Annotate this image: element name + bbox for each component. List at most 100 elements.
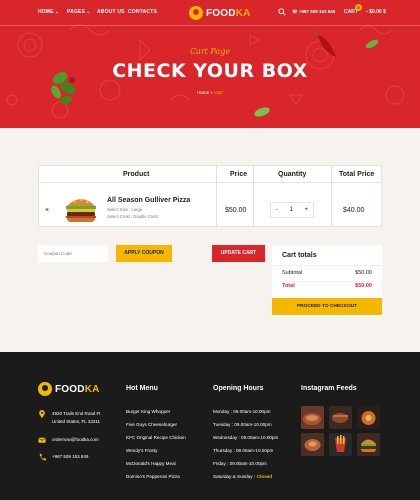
cart-count-badge: 0	[355, 4, 362, 11]
total-row: Total $50.00	[282, 283, 372, 289]
quantity-increase-button[interactable]: +	[304, 207, 308, 213]
nav-item-contacts[interactable]: CONTACTS	[128, 9, 157, 15]
site-logo[interactable]: FOODKA	[189, 5, 251, 21]
update-cart-button[interactable]: UPDATE CART	[212, 245, 265, 262]
hours-day: Monday	[213, 409, 230, 414]
top-navigation: HOME⌄ PAGES⌄ ABOUT US CONTACTS FOODKA ☏ …	[0, 0, 420, 26]
nav-item-pages[interactable]: PAGES⌄	[67, 9, 91, 15]
instagram-photo[interactable]	[329, 433, 352, 456]
header-product: Product	[123, 171, 150, 178]
footer-address: 4920 Trails End Road Ft United States, F…	[38, 410, 101, 425]
hours-time: : 09.00am-10.00pm	[231, 422, 272, 427]
product-image	[66, 199, 96, 222]
nav-item-label: HOME	[38, 9, 54, 15]
address-text: 4920 Trails End Road Ft United States, F…	[52, 410, 101, 425]
phone-icon	[39, 453, 46, 461]
nav-item-home[interactable]: HOME⌄	[38, 9, 59, 15]
hours-row: Tuesday : 09.00am-10.00pm	[213, 422, 272, 427]
address-line: 4920 Trails End Road Ft	[52, 411, 101, 416]
hot-menu-item[interactable]: KFC Original Recipe Chicken	[126, 435, 186, 440]
quantity-decrease-button[interactable]: -	[276, 207, 278, 213]
instagram-photo[interactable]	[357, 433, 380, 456]
table-row: × All Season Gulliver Pizza Select Size …	[38, 183, 382, 227]
nav-phone-number[interactable]: ☏ +987 509 153 849	[292, 9, 335, 15]
phone-icon: ☏	[292, 9, 299, 14]
hot-menu-item[interactable]: McDonald's Happy Meal	[126, 461, 176, 466]
nav-cart-total: ▪ $0.00 $	[366, 9, 386, 15]
hot-menu-item[interactable]: Wendy's Frosty	[126, 448, 157, 453]
footer-phone[interactable]: +987 509 153 849	[38, 453, 88, 461]
header-price: Price	[230, 171, 248, 178]
total-label: Total	[282, 283, 295, 289]
hours-time: : 09.00am-10.00pm	[230, 409, 271, 414]
breadcrumb: Home » Cart	[0, 90, 420, 95]
nav-cart-total-value: $0.00 $	[369, 9, 386, 15]
search-icon[interactable]	[278, 8, 286, 16]
breadcrumb-current: Cart	[214, 90, 223, 95]
header-total: Total Price	[339, 171, 375, 178]
chevron-down-icon: ⌄	[86, 9, 91, 15]
nav-item-label: PAGES	[67, 9, 86, 15]
hot-menu-title: Hot Menu	[126, 385, 158, 392]
total-value: $50.00	[355, 283, 372, 289]
hours-day: Tuesday	[213, 422, 231, 427]
hours-day: Wednesday	[213, 435, 238, 440]
product-total: $40.00	[343, 207, 365, 214]
product-name[interactable]: All Season Gulliver Pizza	[107, 197, 190, 204]
divider	[282, 281, 372, 282]
location-pin-icon	[39, 410, 45, 418]
breadcrumb-separator: »	[210, 90, 213, 95]
subtotal-row: Subtotal $50.00	[282, 270, 372, 276]
hours-time: : 09.00am-10.00pm	[233, 448, 274, 453]
cart-table: Product Price Quantity Total Price × All…	[38, 165, 382, 227]
instagram-title: Instagram Feeds	[301, 385, 357, 392]
product-price: $50.00	[225, 207, 247, 214]
instagram-photo[interactable]	[301, 406, 324, 429]
quantity-value[interactable]: 1	[290, 207, 293, 213]
instagram-photo[interactable]	[301, 433, 324, 456]
logo-text-part2: KA	[235, 7, 251, 19]
hours-time: : 09.00am-10.00pm	[238, 435, 279, 440]
remove-item-button[interactable]: ×	[45, 207, 49, 214]
site-footer: FOODKA 4920 Trails End Road Ft United St…	[0, 352, 420, 500]
logo-mark-icon	[189, 6, 203, 20]
hours-time-closed: : Closed	[253, 474, 272, 479]
hours-row: Monday : 09.00am-10.00pm	[213, 409, 270, 414]
nav-phone-text: +987 509 153 849	[298, 9, 336, 14]
product-option-size: Select Size : Large	[107, 207, 143, 212]
instagram-photo[interactable]	[329, 406, 352, 429]
hours-day: Friday	[213, 461, 226, 466]
instagram-photo[interactable]	[357, 406, 380, 429]
apply-coupon-button[interactable]: APPLY COUPON	[116, 245, 172, 262]
divider	[272, 265, 382, 266]
hot-menu-item[interactable]: Five Guys Cheeseburger	[126, 422, 177, 427]
hours-time: : 09.00am-10.00pm	[227, 461, 267, 466]
opening-hours-title: Opening Hours	[213, 385, 264, 392]
product-option-crust: Select Crust : Double Crust	[107, 214, 158, 219]
cart-totals-title: Cart totals	[282, 252, 317, 259]
hero-subtitle: Cart Page	[189, 47, 231, 56]
hours-day: Thursday	[213, 448, 233, 453]
logo-text-part1: FOOD	[206, 7, 236, 19]
logo-text: FOODKA	[206, 8, 251, 19]
breadcrumb-home[interactable]: Home	[197, 90, 209, 95]
footer-email[interactable]: ordernow@foodka.com	[38, 436, 99, 444]
hot-menu-item[interactable]: Burger King Whopper	[126, 409, 170, 414]
proceed-to-checkout-button[interactable]: PROCEED TO CHECKOUT	[272, 298, 382, 315]
footer-logo[interactable]: FOODKA	[38, 382, 100, 396]
logo-mark-icon	[38, 382, 52, 396]
nav-item-about[interactable]: ABOUT US	[97, 9, 125, 15]
hot-menu-item[interactable]: Domino's Pepperoni Pizza	[126, 474, 180, 479]
page-title: CHECK YOUR BOX	[112, 60, 308, 82]
hours-row: Saturday & Sunday : Closed	[213, 474, 272, 479]
page-hero: HOME⌄ PAGES⌄ ABOUT US CONTACTS FOODKA ☏ …	[0, 0, 420, 128]
subtotal-value: $50.00	[355, 270, 372, 276]
logo-text-part2: KA	[84, 383, 100, 395]
email-icon	[38, 437, 46, 443]
coupon-code-input[interactable]	[38, 245, 108, 262]
quantity-stepper: - 1 +	[270, 202, 314, 218]
subtotal-label: Subtotal	[282, 270, 303, 276]
hours-row: Thursday : 09.00am-10.00pm	[213, 448, 273, 453]
email-text: ordernow@foodka.com	[52, 437, 99, 442]
hours-row: Friday : 09.00am-10.00pm	[213, 461, 267, 466]
